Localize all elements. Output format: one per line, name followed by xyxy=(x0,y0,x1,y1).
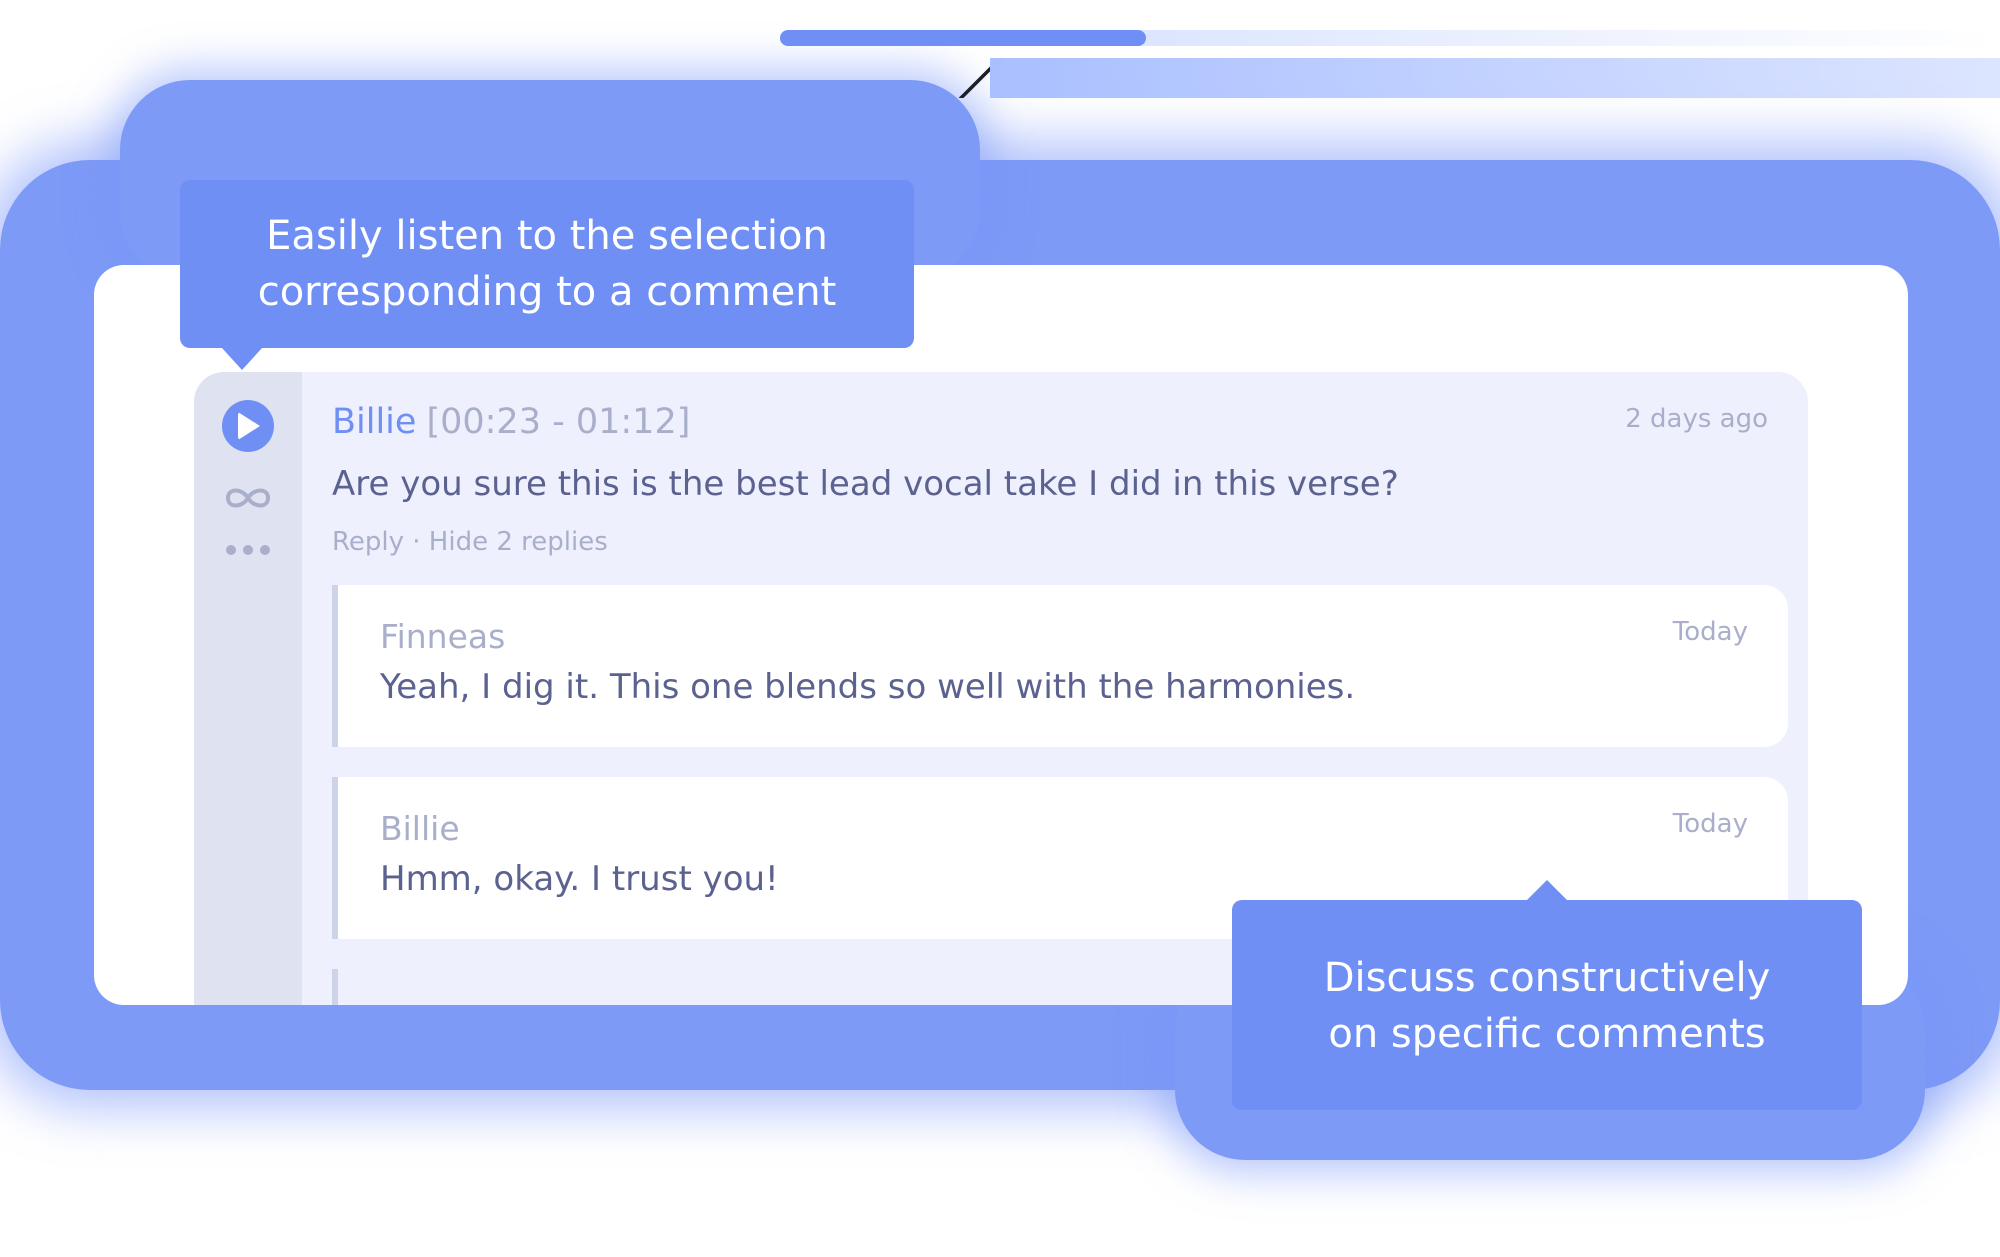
callout-discuss-line-2: on specific comments xyxy=(1328,1011,1766,1057)
callout-listen-line-2: corresponding to a comment xyxy=(257,269,837,315)
callout-discuss: Discuss constructively on specific comme… xyxy=(1232,880,1862,1110)
comment-time-range[interactable]: [00:23 - 01:12] xyxy=(426,402,690,442)
callout-discuss-pointer xyxy=(1527,880,1567,900)
more-icon[interactable] xyxy=(225,544,271,556)
callout-discuss-text: Discuss constructively on specific comme… xyxy=(1232,950,1862,1062)
callout-listen-pointer xyxy=(222,348,262,370)
loop-icon[interactable] xyxy=(222,480,274,516)
comment-author: Billie [00:23 - 01:12] xyxy=(332,402,690,442)
comment-author-name[interactable]: Billie xyxy=(332,402,416,442)
reply-author: Finneas xyxy=(380,617,506,656)
callout-listen-text: Easily listen to the selection correspon… xyxy=(180,208,914,320)
comment-body: Are you sure this is the best lead vocal… xyxy=(332,464,1399,504)
comment-rail xyxy=(194,372,302,1005)
decorative-strip xyxy=(990,58,2000,98)
comment-actions[interactable]: Reply · Hide 2 replies xyxy=(332,527,608,557)
callout-listen-line-1: Easily listen to the selection xyxy=(266,213,828,259)
reply-body: Yeah, I dig it. This one blends so well … xyxy=(380,667,1356,707)
comments-card: Billie [00:23 - 01:12] 2 days ago Are you… xyxy=(94,265,1908,1005)
reply-body: Hmm, okay. I trust you! xyxy=(380,859,779,899)
reply-author: Billie xyxy=(380,809,460,848)
reply-timestamp: Today xyxy=(1672,809,1748,839)
main-comment: Billie [00:23 - 01:12] 2 days ago Are you… xyxy=(332,372,1768,592)
play-icon[interactable] xyxy=(222,400,274,452)
reply-item: Finneas Today Yeah, I dig it. This one b… xyxy=(332,585,1788,747)
progress-fill xyxy=(780,30,1146,46)
callout-discuss-line-1: Discuss constructively xyxy=(1323,955,1771,1001)
comment-timestamp: 2 days ago xyxy=(1625,404,1768,434)
callout-listen: Easily listen to the selection correspon… xyxy=(180,180,914,370)
reply-timestamp: Today xyxy=(1672,617,1748,647)
